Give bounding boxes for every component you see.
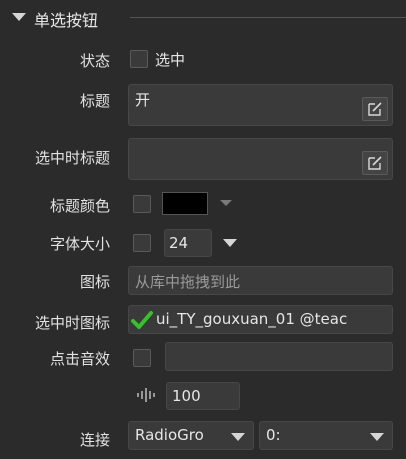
checked-icon-label: 选中时图标 xyxy=(34,314,110,332)
section-divider xyxy=(130,17,406,18)
state-label: 状态 xyxy=(79,52,110,70)
edit-icon xyxy=(368,102,382,116)
font-size-checkbox[interactable] xyxy=(133,234,151,252)
icon-label: 图标 xyxy=(79,273,110,291)
title-color-swatch[interactable] xyxy=(162,192,208,215)
title-label: 标题 xyxy=(79,92,110,110)
checked-title-input[interactable] xyxy=(128,138,393,180)
title-input-value: 开 xyxy=(135,91,151,109)
link-group-select[interactable]: RadioGro xyxy=(128,421,254,450)
icon-drop-placeholder: 从库中拖拽到此 xyxy=(135,273,241,291)
font-size-input[interactable]: 24 xyxy=(164,229,212,257)
checked-title-label: 选中时标题 xyxy=(34,149,110,167)
state-checkbox-label[interactable]: 选中 xyxy=(155,49,185,70)
edit-icon xyxy=(368,156,382,170)
link-group-value: RadioGro xyxy=(135,426,204,444)
click-sound-label: 点击音效 xyxy=(49,350,110,368)
title-input[interactable]: 开 xyxy=(128,84,393,126)
link-index-dropdown-icon xyxy=(370,433,384,441)
section-title: 单选按钮 xyxy=(34,11,99,30)
state-checkbox[interactable] xyxy=(130,50,148,68)
volume-value: 100 xyxy=(172,387,201,405)
click-sound-checkbox[interactable] xyxy=(133,349,151,367)
volume-input[interactable]: 100 xyxy=(166,382,240,410)
volume-icon xyxy=(137,388,155,402)
link-label: 连接 xyxy=(79,431,110,449)
title-color-label: 标题颜色 xyxy=(49,197,110,215)
link-group-dropdown-icon xyxy=(231,433,245,441)
click-sound-field[interactable] xyxy=(165,342,393,371)
checked-title-edit-button[interactable] xyxy=(362,151,388,175)
checked-icon-field[interactable]: ui_TY_gouxuan_01 @teac xyxy=(128,305,393,334)
font-size-dropdown-icon[interactable] xyxy=(223,239,237,247)
link-index-select[interactable]: 0: xyxy=(259,421,393,450)
title-color-dropdown-icon[interactable] xyxy=(220,200,232,206)
section-header[interactable]: 单选按钮 xyxy=(0,0,406,34)
check-icon xyxy=(131,311,153,329)
collapse-triangle-icon[interactable] xyxy=(12,13,26,21)
font-size-label: 字体大小 xyxy=(49,235,110,253)
checked-icon-value: ui_TY_gouxuan_01 @teac xyxy=(156,310,348,328)
title-color-checkbox[interactable] xyxy=(133,195,151,213)
font-size-value: 24 xyxy=(169,234,189,252)
link-index-value: 0: xyxy=(266,426,281,444)
icon-drop-field[interactable]: 从库中拖拽到此 xyxy=(128,266,393,295)
title-edit-button[interactable] xyxy=(362,97,388,121)
